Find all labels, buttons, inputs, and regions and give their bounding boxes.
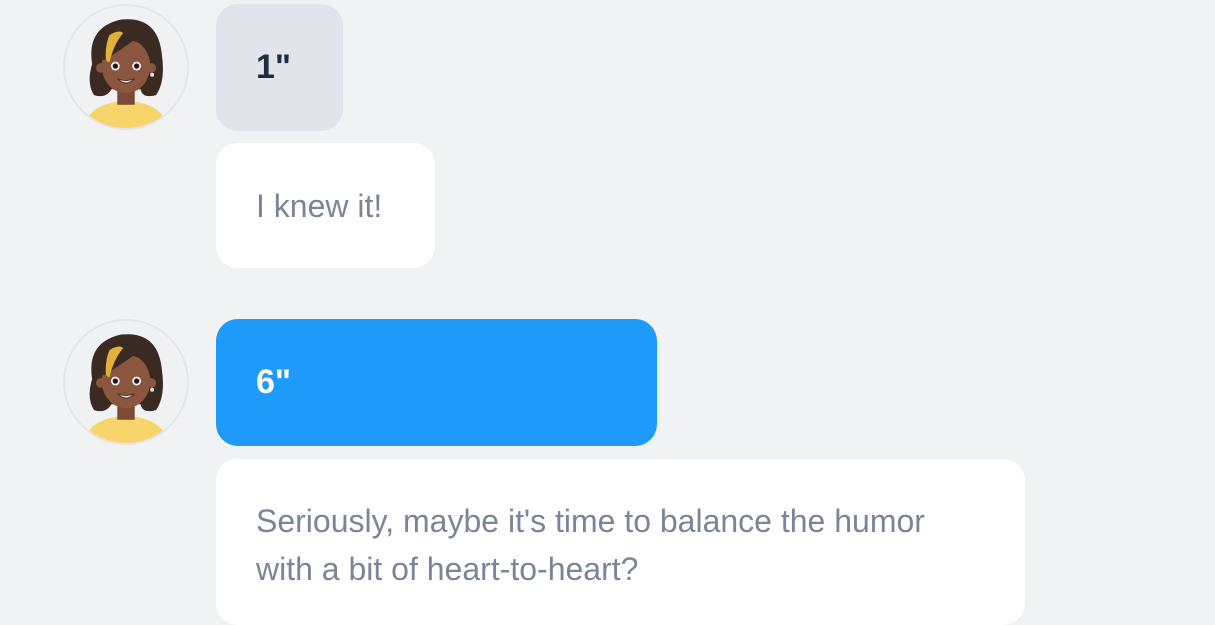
avatar	[63, 319, 189, 445]
girl-avatar-icon	[83, 18, 169, 128]
reply-bubble-2: Seriously, maybe it's time to balance th…	[216, 459, 1025, 625]
answer-bubble-1: 1"	[216, 4, 343, 131]
girl-avatar-icon	[83, 333, 169, 443]
answer-bubble-2: 6"	[216, 319, 657, 446]
reply-bubble-1: I knew it!	[216, 143, 435, 268]
avatar	[63, 4, 189, 130]
